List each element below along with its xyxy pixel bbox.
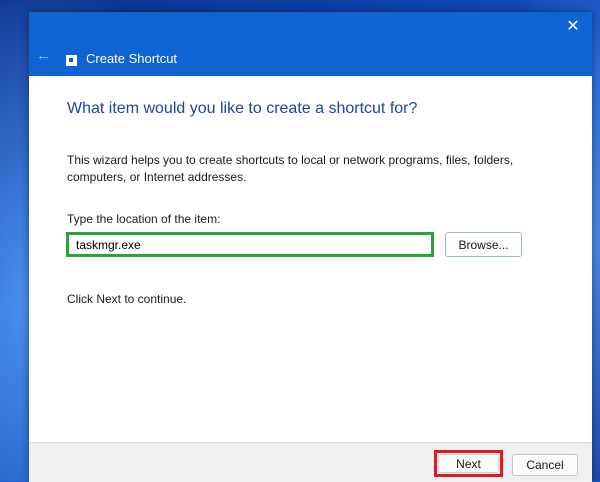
next-button-highlight: Next: [434, 450, 503, 477]
close-icon[interactable]: ✕: [564, 18, 582, 36]
back-arrow-icon[interactable]: ←: [36, 48, 52, 64]
location-label: Type the location of the item:: [67, 212, 221, 226]
cancel-button[interactable]: Cancel: [512, 454, 578, 476]
browse-button[interactable]: Browse...: [445, 232, 522, 257]
title-bar: ← Create Shortcut ✕: [29, 12, 592, 76]
dialog-footer: Next Cancel: [29, 442, 592, 482]
next-button[interactable]: Next: [438, 454, 499, 473]
shortcut-app-icon: [66, 55, 77, 66]
window-title: Create Shortcut: [86, 51, 178, 66]
page-heading: What item would you like to create a sho…: [67, 100, 418, 117]
create-shortcut-dialog: ← Create Shortcut ✕ What item would you …: [29, 12, 592, 482]
wizard-content: What item would you like to create a sho…: [29, 76, 592, 442]
continue-hint: Click Next to continue.: [67, 292, 187, 306]
wizard-description: This wizard helps you to create shortcut…: [67, 153, 514, 184]
location-input[interactable]: [66, 232, 434, 257]
